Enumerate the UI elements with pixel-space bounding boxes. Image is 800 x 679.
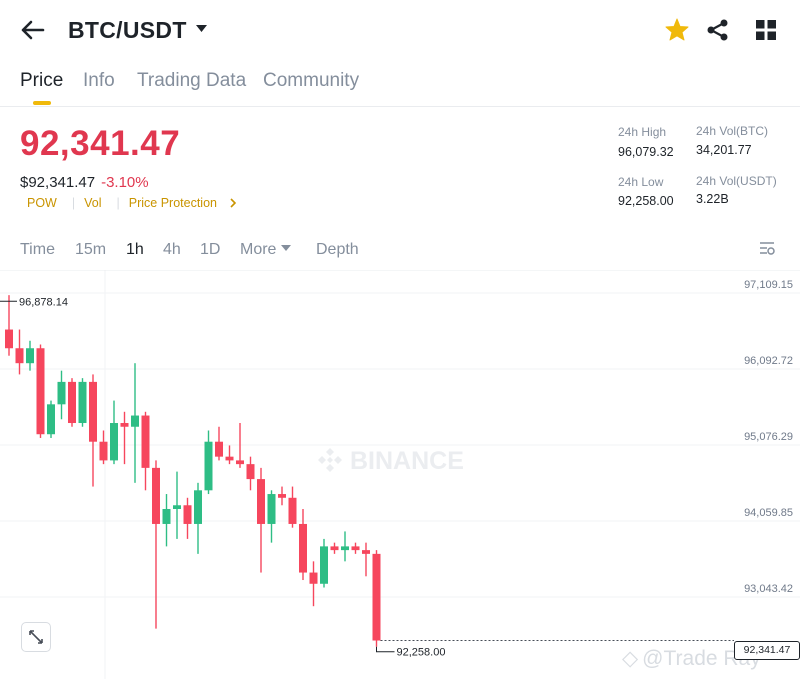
candle-body — [215, 441, 223, 457]
low-value: 92,258.00 — [618, 194, 674, 208]
chevron-right-icon[interactable] — [229, 198, 237, 208]
tf-1d[interactable]: 1D — [200, 241, 220, 259]
candle-body — [183, 505, 192, 524]
candle-body — [47, 404, 55, 435]
candle-body — [5, 329, 13, 349]
main-tabs: Price Info Trading Data Community — [0, 64, 800, 107]
vol-usdt-label: 24h Vol(USDT) — [696, 174, 777, 188]
expand-icon — [29, 630, 43, 644]
tag-vol[interactable]: Vol — [84, 196, 101, 210]
high-marker-label: 96,878.14 — [19, 296, 68, 308]
candle-body — [194, 490, 202, 524]
candle-body — [309, 572, 318, 584]
candle-body — [341, 546, 349, 551]
candle-body — [15, 348, 24, 364]
vol-usdt-value: 3.22B — [696, 192, 729, 206]
y-tick-label: 96,092.72 — [744, 355, 793, 367]
usd-price: $92,341.47 — [20, 174, 96, 191]
binance-watermark: BINANCE — [316, 446, 464, 476]
y-tick-label: 94,059.85 — [744, 507, 793, 519]
last-price: 92,341.47 — [20, 124, 181, 163]
low-marker-label: 92,258.00 — [397, 647, 446, 659]
candle-body — [299, 523, 307, 573]
y-tick-label: 95,076.29 — [744, 431, 793, 443]
candle-body — [68, 381, 76, 424]
candle-body — [173, 505, 181, 509]
candle-body — [246, 464, 255, 480]
vol-btc-label: 24h Vol(BTC) — [696, 124, 769, 138]
candle-body — [26, 348, 34, 364]
tf-more[interactable]: More — [240, 241, 292, 259]
top-bar: BTC/USDT — [0, 0, 800, 60]
candle-body — [78, 381, 87, 424]
candle-body — [351, 546, 360, 551]
tag-divider: | — [71, 196, 76, 210]
candle-body — [320, 546, 328, 584]
chart-settings-icon[interactable] — [758, 240, 776, 258]
candle-body — [330, 546, 339, 551]
tab-community[interactable]: Community — [263, 70, 359, 92]
y-tick-label: 97,109.15 — [744, 279, 793, 291]
vol-btc-value: 34,201.77 — [696, 143, 752, 157]
candle-body — [267, 494, 276, 524]
candle-body — [204, 441, 213, 491]
tab-info[interactable]: Info — [83, 70, 115, 92]
tag-pow[interactable]: POW — [27, 196, 57, 210]
candle-body — [36, 348, 45, 435]
caret-down-icon[interactable] — [195, 24, 208, 33]
tf-15m[interactable]: 15m — [75, 241, 106, 259]
candle-body — [131, 415, 139, 427]
tf-1h[interactable]: 1h — [126, 241, 144, 259]
tf-more-label: More — [240, 241, 277, 258]
tf-4h[interactable]: 4h — [163, 241, 181, 259]
price-subline: $92,341.47 -3.10% — [20, 174, 149, 191]
low-marker-line — [376, 646, 395, 653]
current-price-label: 92,341.47 — [734, 641, 800, 660]
high-value: 96,079.32 — [618, 145, 674, 159]
candle-body — [225, 456, 234, 461]
price-change: -3.10% — [101, 174, 149, 191]
candle-body — [152, 467, 160, 524]
candle-body — [141, 415, 150, 468]
candle-body — [57, 381, 66, 405]
candle-body — [89, 381, 97, 442]
back-arrow-icon[interactable] — [20, 16, 46, 44]
tab-trading-data[interactable]: Trading Data — [137, 70, 246, 92]
tf-time[interactable]: Time — [20, 241, 55, 259]
tab-price[interactable]: Price — [20, 70, 63, 92]
tag-row: POW | Vol | Price Protection — [27, 196, 237, 210]
candle-body — [236, 460, 244, 465]
candle-body — [278, 494, 286, 498]
candle-body — [110, 423, 118, 461]
watermark-mark-icon: ◇ — [622, 647, 639, 670]
binance-logo-icon — [318, 448, 342, 472]
candle-body — [120, 423, 129, 427]
grid-menu-icon[interactable] — [756, 20, 776, 40]
pair-title[interactable]: BTC/USDT — [68, 17, 187, 44]
candle-body — [372, 553, 381, 641]
low-label: 24h Low — [618, 175, 664, 189]
tf-depth[interactable]: Depth — [316, 241, 359, 259]
y-tick-label: 93,043.42 — [744, 583, 793, 595]
favorite-star-icon[interactable] — [665, 18, 689, 41]
candle-body — [288, 497, 297, 524]
active-tab-indicator — [33, 101, 51, 105]
tag-price-protection[interactable]: Price Protection — [129, 196, 217, 210]
candle-body — [257, 479, 265, 524]
tag-divider: | — [116, 196, 120, 210]
binance-watermark-text: BINANCE — [350, 447, 464, 475]
candle-body — [162, 508, 171, 524]
caret-down-icon — [281, 245, 292, 251]
candle-body — [99, 441, 108, 461]
candle-body — [362, 550, 370, 554]
expand-chart-button[interactable] — [21, 622, 51, 652]
high-label: 24h High — [618, 125, 667, 139]
share-icon[interactable] — [706, 18, 730, 42]
